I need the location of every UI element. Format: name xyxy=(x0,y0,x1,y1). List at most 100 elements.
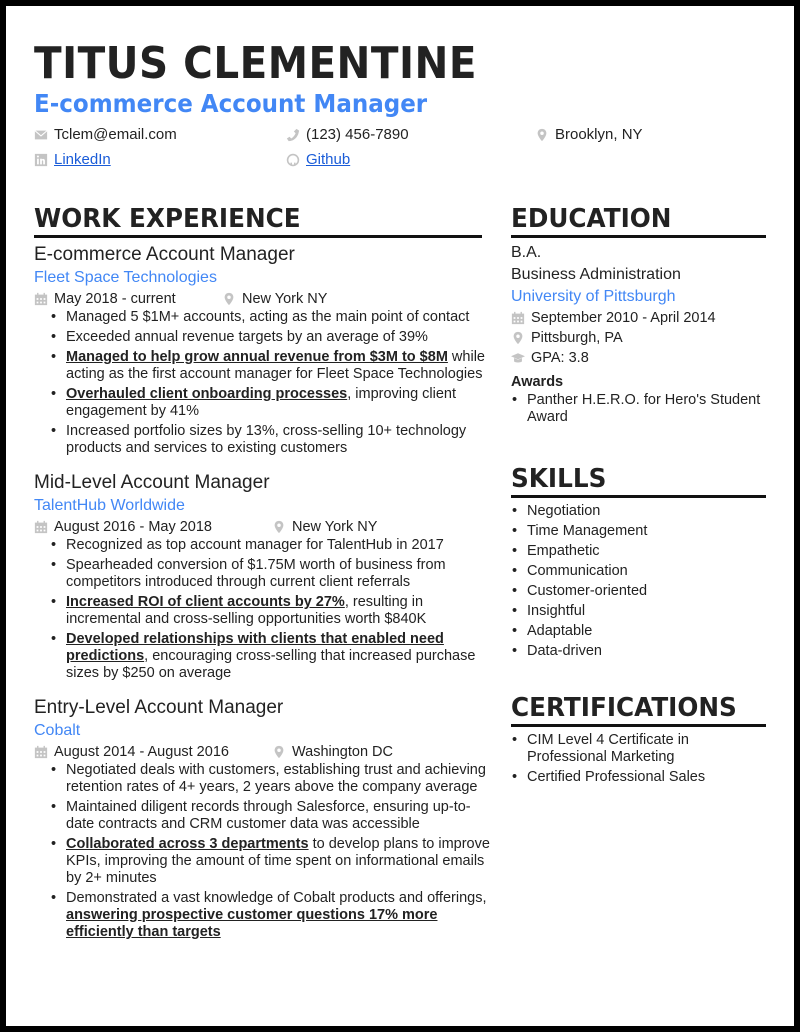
certifications-section: CIM Level 4 Certificate in Professional … xyxy=(511,732,771,789)
job-bullet: Exceeded annual revenue targets by an av… xyxy=(51,329,494,346)
phone-icon xyxy=(286,128,300,142)
job-location: New York NY xyxy=(272,517,377,537)
degree: B.A. xyxy=(511,244,542,261)
envelope-icon xyxy=(34,128,48,142)
bullet-text: Maintained diligent records through Sale… xyxy=(66,799,471,832)
map-pin-icon xyxy=(511,331,525,345)
job-meta: May 2018 - current New York NY xyxy=(34,289,494,309)
email-text: Tclem@email.com xyxy=(54,126,177,143)
phone-text: (123) 456-7890 xyxy=(306,126,409,143)
section-divider xyxy=(34,235,482,238)
job-location: New York NY xyxy=(222,289,327,309)
candidate-name: TITUS CLEMENTINE xyxy=(34,38,477,89)
bullet-text: Exceeded annual revenue targets by an av… xyxy=(66,329,428,345)
job-bullet: Maintained diligent records through Sale… xyxy=(51,799,494,833)
job-dates-text: August 2014 - August 2016 xyxy=(54,744,229,760)
resume-page: TITUS CLEMENTINE E-commerce Account Mana… xyxy=(6,6,794,1026)
work-experience-heading: WORK EXPERIENCE xyxy=(34,204,301,234)
job-bullet: Increased ROI of client accounts by 27%,… xyxy=(51,594,494,628)
contact-location: Brooklyn, NY xyxy=(535,126,643,143)
job-entry: E-commerce Account Manager Fleet Space Te… xyxy=(34,243,494,457)
contact-email: Tclem@email.com xyxy=(34,126,177,143)
education-location: Pittsburgh, PA xyxy=(511,328,771,348)
job-bullets: Recognized as top account manager for Ta… xyxy=(34,537,494,682)
job-location: Washington DC xyxy=(272,742,393,762)
bullet-highlight: Managed to help grow annual revenue from… xyxy=(66,349,448,365)
education-section: B.A. Business Administration University … xyxy=(511,242,771,429)
job-title: Mid-Level Account Manager xyxy=(34,472,270,493)
skill-item: Insightful xyxy=(512,603,771,620)
job-dates-text: May 2018 - current xyxy=(54,291,176,307)
job-bullet: Collaborated across 3 departments to dev… xyxy=(51,836,494,887)
calendar-icon xyxy=(511,311,525,325)
calendar-icon xyxy=(34,745,48,759)
bullet-prefix: Demonstrated a vast knowledge of Cobalt … xyxy=(66,890,487,906)
job-meta: August 2014 - August 2016 Washington DC xyxy=(34,742,494,762)
job-location-text: New York NY xyxy=(242,291,328,307)
job-bullet: Spearheaded conversion of $1.75M worth o… xyxy=(51,557,494,591)
job-bullet: Negotiated deals with customers, establi… xyxy=(51,762,494,796)
skill-item: Negotiation xyxy=(512,503,771,520)
education-location-text: Pittsburgh, PA xyxy=(531,330,623,346)
bullet-highlight: answering prospective customer questions… xyxy=(66,907,438,940)
awards-heading: Awards xyxy=(511,374,564,390)
job-bullet: Managed 5 $1M+ accounts, acting as the m… xyxy=(51,309,494,326)
job-title: Entry-Level Account Manager xyxy=(34,697,284,718)
contact-linkedin: LinkedIn xyxy=(34,151,111,168)
job-dates: August 2014 - August 2016 xyxy=(34,742,272,762)
company-name: TalentHub Worldwide xyxy=(34,497,185,514)
skill-item: Empathetic xyxy=(512,543,771,560)
github-icon xyxy=(286,153,300,167)
certifications-heading: CERTIFICATIONS xyxy=(511,693,737,723)
job-bullet: Overhauled client onboarding processes, … xyxy=(51,386,494,420)
job-meta: August 2016 - May 2018 New York NY xyxy=(34,517,494,537)
education-dates-text: September 2010 - April 2014 xyxy=(531,310,716,326)
bullet-highlight: Increased ROI of client accounts by 27% xyxy=(66,594,345,610)
certification-item: CIM Level 4 Certificate in Professional … xyxy=(512,732,771,766)
skills-heading: SKILLS xyxy=(511,464,607,494)
section-divider xyxy=(511,495,766,498)
job-location-text: New York NY xyxy=(292,519,378,535)
job-bullets: Managed 5 $1M+ accounts, acting as the m… xyxy=(34,309,494,457)
bullet-highlight: Overhauled client onboarding processes xyxy=(66,386,348,402)
contact-github: Github xyxy=(286,151,350,168)
linkedin-icon xyxy=(34,153,48,167)
job-bullet: Managed to help grow annual revenue from… xyxy=(51,349,494,383)
skill-item: Customer-oriented xyxy=(512,583,771,600)
bullet-text: Increased portfolio sizes by 13%, cross-… xyxy=(66,423,467,456)
job-entry: Mid-Level Account Manager TalentHub World… xyxy=(34,471,494,682)
certification-item: Certified Professional Sales xyxy=(512,769,771,786)
school-name: University of Pittsburgh xyxy=(511,288,676,305)
job-dates: May 2018 - current xyxy=(34,289,222,309)
job-bullets: Negotiated deals with customers, establi… xyxy=(34,762,494,941)
job-location-text: Washington DC xyxy=(292,744,394,760)
job-dates-text: August 2016 - May 2018 xyxy=(54,519,212,535)
skill-item: Communication xyxy=(512,563,771,580)
location-text: Brooklyn, NY xyxy=(555,126,643,143)
education-dates: September 2010 - April 2014 xyxy=(511,308,771,328)
gpa-text: GPA: 3.8 xyxy=(531,350,589,366)
bullet-text: Spearheaded conversion of $1.75M worth o… xyxy=(66,557,446,590)
job-bullet: Increased portfolio sizes by 13%, cross-… xyxy=(51,423,494,457)
bullet-text: Managed 5 $1M+ accounts, acting as the m… xyxy=(66,309,470,325)
map-pin-icon xyxy=(272,745,286,759)
bullet-text: Negotiated deals with customers, establi… xyxy=(66,762,486,795)
calendar-icon xyxy=(34,292,48,306)
job-entry: Entry-Level Account Manager Cobalt August … xyxy=(34,696,494,941)
bullet-text: Recognized as top account manager for Ta… xyxy=(66,537,444,553)
section-divider xyxy=(511,235,766,238)
bullet-highlight: Collaborated across 3 departments xyxy=(66,836,309,852)
work-experience-section: E-commerce Account Manager Fleet Space Te… xyxy=(34,243,494,955)
map-pin-icon xyxy=(272,520,286,534)
skills-list: Negotiation Time Management Empathetic Comm… xyxy=(511,503,771,660)
job-bullet: Demonstrated a vast knowledge of Cobalt … xyxy=(51,890,494,941)
job-title: E-commerce Account Manager xyxy=(34,244,295,265)
education-heading: EDUCATION xyxy=(511,204,672,234)
candidate-title: E-commerce Account Manager xyxy=(34,89,428,118)
linkedin-link[interactable]: LinkedIn xyxy=(54,151,111,168)
map-pin-icon xyxy=(222,292,236,306)
company-name: Fleet Space Technologies xyxy=(34,269,217,286)
github-link[interactable]: Github xyxy=(306,151,350,168)
skill-item: Data-driven xyxy=(512,643,771,660)
company-name: Cobalt xyxy=(34,722,81,739)
